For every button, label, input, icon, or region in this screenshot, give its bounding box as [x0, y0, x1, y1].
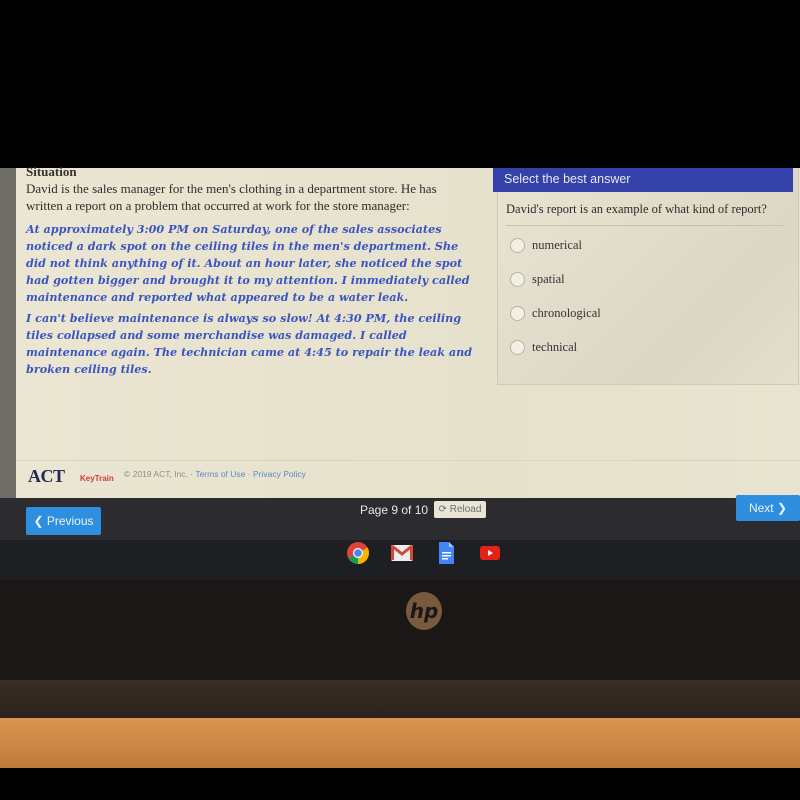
footer-links: © 2019 ACT, Inc. · Terms of Use · Privac…	[124, 469, 306, 479]
radio-button[interactable]	[510, 306, 525, 321]
situation-title: Situation	[26, 164, 77, 179]
option-technical[interactable]: technical	[510, 340, 577, 355]
next-button[interactable]: Next ❯	[736, 495, 800, 521]
docs-icon[interactable]	[434, 541, 458, 565]
footer-divider	[16, 460, 800, 461]
situation-intro: David is the sales manager for the men's…	[26, 181, 437, 213]
chrome-icon[interactable]	[346, 541, 370, 565]
report-paragraph: I can't believe maintenance is always so…	[26, 311, 473, 376]
answer-panel-header: Select the best answer	[493, 168, 793, 192]
terms-link[interactable]: Terms of Use	[195, 469, 245, 479]
option-label: chronological	[532, 306, 601, 320]
copyright-text: © 2019 ACT, Inc. ·	[124, 469, 194, 479]
option-label: technical	[532, 340, 578, 354]
divider	[506, 225, 784, 226]
laptop-hinge	[0, 680, 800, 720]
gmail-icon[interactable]	[390, 541, 414, 565]
option-chronological[interactable]: chronological	[510, 306, 601, 321]
act-logo: ACT	[28, 466, 65, 486]
radio-button[interactable]	[510, 238, 525, 253]
previous-button[interactable]: ❮ Previous	[26, 507, 101, 535]
option-numerical[interactable]: numerical	[510, 238, 582, 253]
keytrain-logo: KeyTrain	[80, 474, 114, 483]
reload-button[interactable]: ⟳ Reload	[434, 501, 486, 518]
question-text: David's report is an example of what kin…	[506, 202, 767, 216]
hp-logo: hp	[406, 592, 442, 630]
laptop-bezel	[0, 580, 800, 680]
separator: ·	[247, 469, 251, 479]
radio-button[interactable]	[510, 272, 525, 287]
option-label: spatial	[532, 272, 565, 286]
youtube-icon[interactable]	[478, 541, 502, 565]
radio-button[interactable]	[510, 340, 525, 355]
screen-edge	[0, 168, 16, 498]
laptop-base	[0, 718, 800, 768]
report-paragraph: At approximately 3:00 PM on Saturday, on…	[26, 222, 470, 304]
option-spatial[interactable]: spatial	[510, 272, 565, 287]
option-label: numerical	[532, 238, 582, 252]
privacy-link[interactable]: Privacy Policy	[253, 469, 306, 479]
page-indicator: Page 9 of 10	[360, 503, 429, 517]
